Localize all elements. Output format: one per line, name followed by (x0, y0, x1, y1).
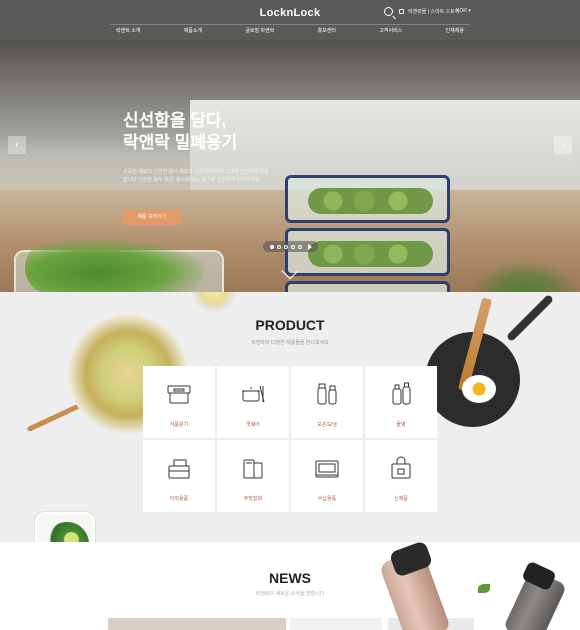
hero-title: 신선함을 담다, 락앤락 밀폐용기 (123, 110, 237, 154)
hero-container-stack-image (285, 175, 450, 292)
prev-slide-button[interactable]: ‹ (8, 136, 26, 154)
category-new-product[interactable]: 신제품 (365, 440, 437, 512)
category-label: 식품용기 (169, 422, 189, 428)
category-kitchen-tools[interactable]: 주방잡화 (217, 440, 289, 512)
category-label: 신제품 (394, 496, 408, 502)
hero-description: 소중한 재료의 신선한 음식 재료가 오래 보관되어 그대로 신선하게 되찾습니… (123, 169, 269, 183)
nav-item-careers[interactable]: 인재채용 (440, 27, 470, 34)
hero-title-line1: 신선함을 담다, (123, 111, 227, 130)
slide-dot[interactable] (276, 244, 281, 249)
search-icon[interactable] (384, 7, 393, 16)
fried-egg-image (462, 375, 496, 403)
hero-banner: 신선함을 담다, 락앤락 밀폐용기 소중한 재료의 신선한 음식 재료가 오래 … (0, 40, 580, 292)
container-image (285, 228, 450, 276)
news-section: NEWS 락앤락의 새로운 소식을 전합니다 (0, 542, 580, 630)
chevron-left-icon: ‹ (15, 139, 19, 151)
food-container-icon (167, 385, 191, 404)
user-links[interactable]: 락앤락몰 | 스마트 스토어 (399, 8, 459, 15)
logo[interactable]: LocknLock (0, 7, 580, 19)
page: LocknLock 락앤락몰 | 스마트 스토어 KOR ▾ 락앤락 소개 제품… (0, 0, 580, 630)
slide-dot[interactable] (283, 244, 288, 249)
user-icon (399, 9, 404, 14)
section-title: PRODUCT (255, 317, 325, 333)
category-food-container[interactable]: 식품용기 (143, 366, 215, 438)
hero-plant-image (470, 260, 580, 292)
category-label: 쿡웨어 (246, 422, 260, 428)
chevron-down-icon: ▾ (468, 8, 471, 14)
lemon-glass-image (192, 292, 236, 314)
category-outdoor[interactable]: 아외용품 (143, 440, 215, 512)
news-card[interactable] (290, 618, 382, 630)
product-category-grid: 식품용기 쿡웨어 보온/보냉 물병 아외용품 주방잡화 수납용품 신제품 (143, 366, 437, 512)
language-select[interactable]: KOR ▾ (456, 8, 471, 14)
section-subtitle: 락앤락의 다양한 제품들을 만나보세요 (251, 340, 329, 346)
slide-dot[interactable] (290, 244, 295, 249)
nav-item-global[interactable]: 글로벌 락앤락 (239, 27, 280, 34)
product-section: PRODUCT 락앤락의 다양한 제품들을 만나보세요 식품용기 쿡웨어 보온/… (0, 292, 580, 542)
divider (110, 24, 470, 25)
nav-item-customer-service[interactable]: 고객서비스 (373, 27, 408, 34)
news-card[interactable] (108, 618, 286, 630)
next-slide-button[interactable]: › (554, 136, 572, 154)
category-label: 수납용품 (317, 496, 337, 502)
category-thermos[interactable]: 보온/보냉 (291, 366, 363, 438)
kitchen-tools-icon (243, 459, 263, 479)
category-label: 주방잡화 (243, 496, 263, 502)
nav-item-products[interactable]: 제품소개 (178, 27, 208, 34)
new-product-bag-icon (391, 456, 411, 479)
main-nav: 락앤락 소개 제품소개 글로벌 락앤락 홍보센터 고객서비스 인재채용 (110, 27, 470, 34)
thermos-icon (317, 383, 337, 405)
cookware-icon (242, 385, 265, 403)
category-label: 아외용품 (169, 496, 189, 502)
header: LocknLock 락앤락몰 | 스마트 스토어 KOR ▾ 락앤락 소개 제품… (0, 0, 580, 40)
user-links-text[interactable]: 락앤락몰 | 스마트 스토어 (408, 8, 459, 15)
hero-title-line2: 락앤락 밀폐용기 (123, 133, 238, 152)
category-label: 보온/보냉 (317, 422, 337, 428)
leaf-image (478, 584, 490, 593)
slide-pagination (263, 241, 318, 252)
category-storage[interactable]: 수납용품 (291, 440, 363, 512)
language-value: KOR (456, 8, 467, 14)
outdoor-box-icon (168, 459, 190, 479)
water-bottle-icon (392, 382, 411, 405)
section-subtitle: 락앤락의 새로운 소식을 전합니다 (255, 591, 325, 597)
container-image (285, 175, 450, 223)
slide-dot[interactable] (269, 244, 274, 249)
category-label: 물병 (396, 422, 406, 428)
slide-dot[interactable] (297, 244, 302, 249)
chevron-right-icon: › (561, 139, 565, 151)
hero-vegetables-image (25, 240, 205, 292)
salad-dish-image (35, 512, 95, 542)
category-cookware[interactable]: 쿡웨어 (217, 366, 289, 438)
play-icon[interactable] (307, 243, 312, 250)
storage-icon (315, 460, 339, 478)
nav-item-pr-center[interactable]: 홍보센터 (312, 27, 342, 34)
view-products-button[interactable]: 제품 보러가기 (123, 210, 181, 225)
nav-item-about[interactable]: 락앤락 소개 (110, 27, 146, 34)
category-water-bottle[interactable]: 물병 (365, 366, 437, 438)
section-title: NEWS (269, 570, 311, 586)
container-image (285, 281, 450, 292)
